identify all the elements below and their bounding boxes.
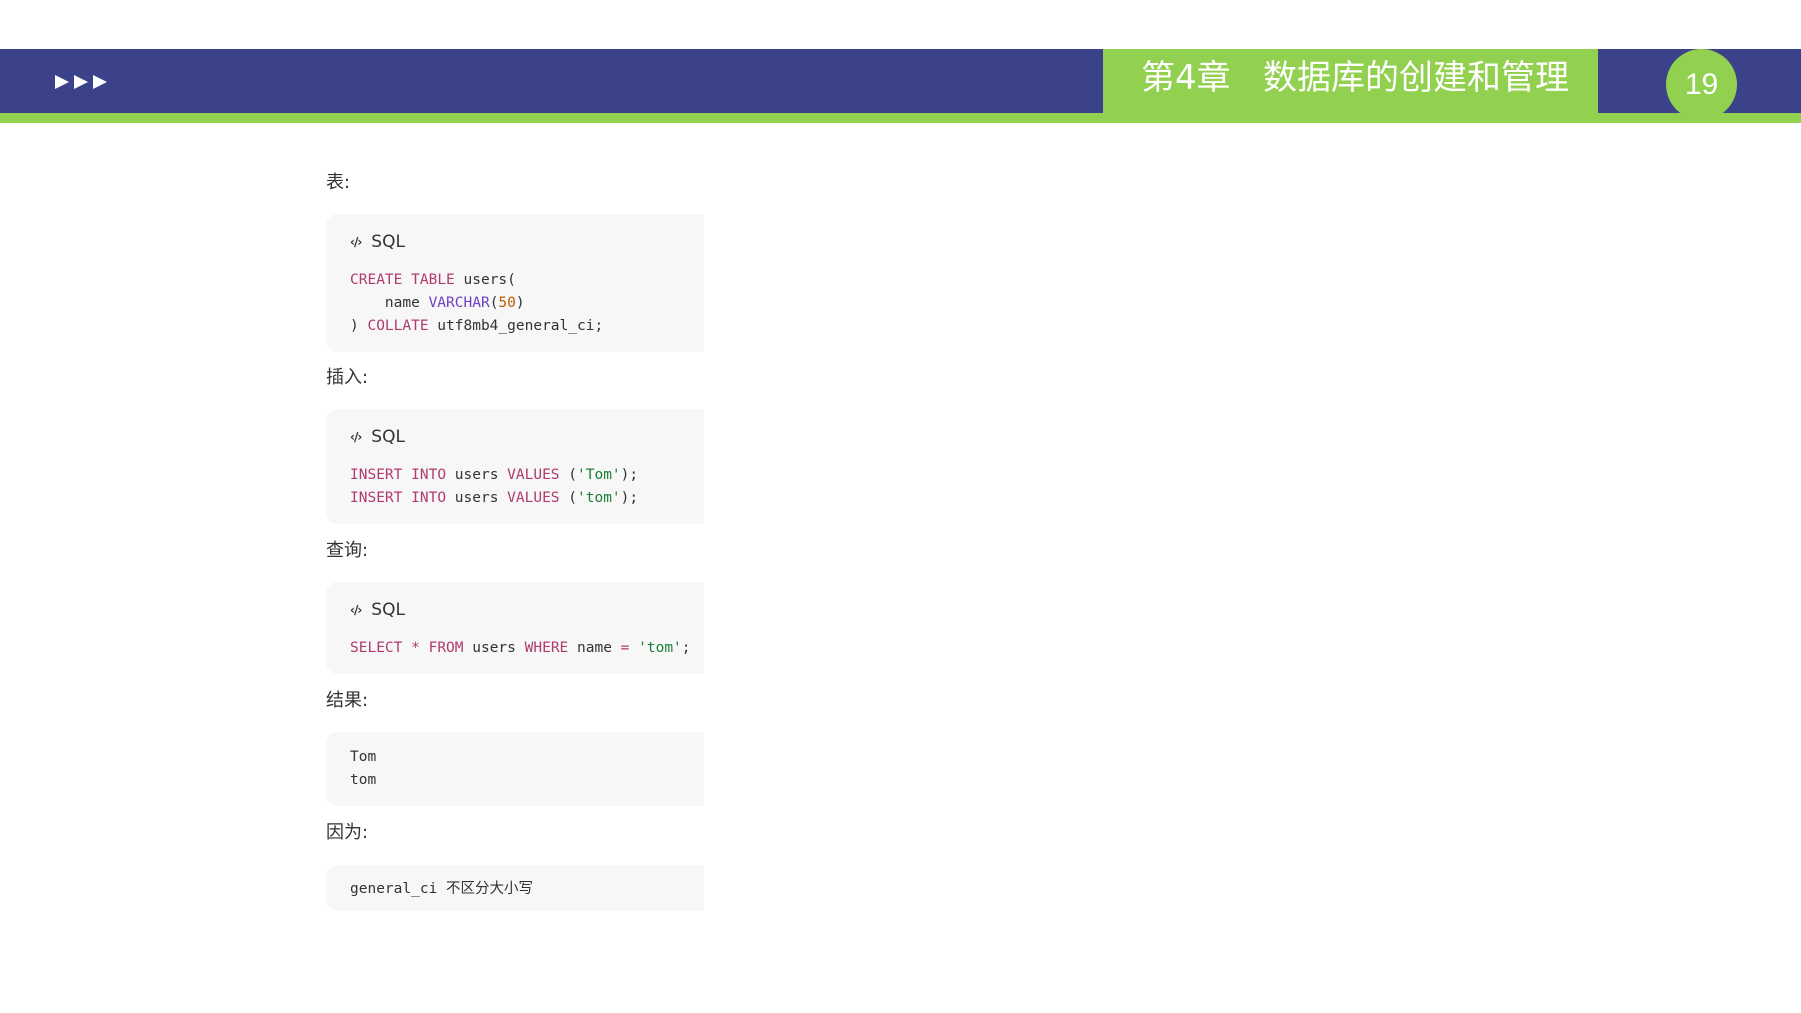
section-label-table: 表: xyxy=(326,172,351,193)
triangle-right-icon xyxy=(74,75,88,89)
code-line: INSERT INTO users VALUES ('tom'); xyxy=(350,490,639,506)
code-block-header: ‹/› SQL xyxy=(350,427,405,447)
result-content: Tom tom xyxy=(350,746,376,792)
nav-arrows xyxy=(54,70,108,94)
chapter-title: 第4章 数据库的创建和管理 xyxy=(1141,58,1570,98)
triangle-right-icon xyxy=(93,75,107,89)
triangle-right-icon xyxy=(55,75,69,89)
reason-block: general_ci 不区分大小写 xyxy=(326,865,704,911)
code-icon: ‹/› xyxy=(350,603,362,617)
section-label-result: 结果: xyxy=(326,690,369,711)
code-language: SQL xyxy=(371,600,405,620)
code-language: SQL xyxy=(371,232,405,252)
section-label-query: 查询: xyxy=(326,540,369,561)
code-content: INSERT INTO users VALUES ('Tom'); INSERT… xyxy=(350,464,638,510)
result-block: Tom tom xyxy=(326,732,704,806)
code-icon: ‹/› xyxy=(350,430,362,444)
code-content: SELECT * FROM users WHERE name = 'tom'; xyxy=(350,637,691,660)
section-label-insert: 插入: xyxy=(326,367,369,388)
result-line: tom xyxy=(350,772,377,788)
code-block-header: ‹/› SQL xyxy=(350,600,405,620)
code-block-insert: ‹/› SQL INSERT INTO users VALUES ('Tom')… xyxy=(326,409,704,524)
section-label-reason: 因为: xyxy=(326,822,369,843)
code-block-header: ‹/› SQL xyxy=(350,232,405,252)
page-number-badge: 19 xyxy=(1666,49,1737,120)
code-line: ) COLLATE utf8mb4_general_ci; xyxy=(350,318,604,334)
code-line: SELECT * FROM users WHERE name = 'tom'; xyxy=(350,640,691,656)
code-block-select: ‹/› SQL SELECT * FROM users WHERE name =… xyxy=(326,582,704,674)
code-language: SQL xyxy=(371,427,405,447)
code-line: CREATE TABLE users( xyxy=(350,272,516,288)
code-content: CREATE TABLE users( name VARCHAR(50) ) C… xyxy=(350,269,603,338)
result-line: Tom xyxy=(350,749,377,765)
code-line: INSERT INTO users VALUES ('Tom'); xyxy=(350,467,639,483)
reason-line: general_ci 不区分大小写 xyxy=(350,881,534,897)
code-line: name VARCHAR(50) xyxy=(350,295,525,311)
code-block-create-table: ‹/› SQL CREATE TABLE users( name VARCHAR… xyxy=(326,214,704,352)
reason-content: general_ci 不区分大小写 xyxy=(350,878,533,901)
code-icon: ‹/› xyxy=(350,235,362,249)
